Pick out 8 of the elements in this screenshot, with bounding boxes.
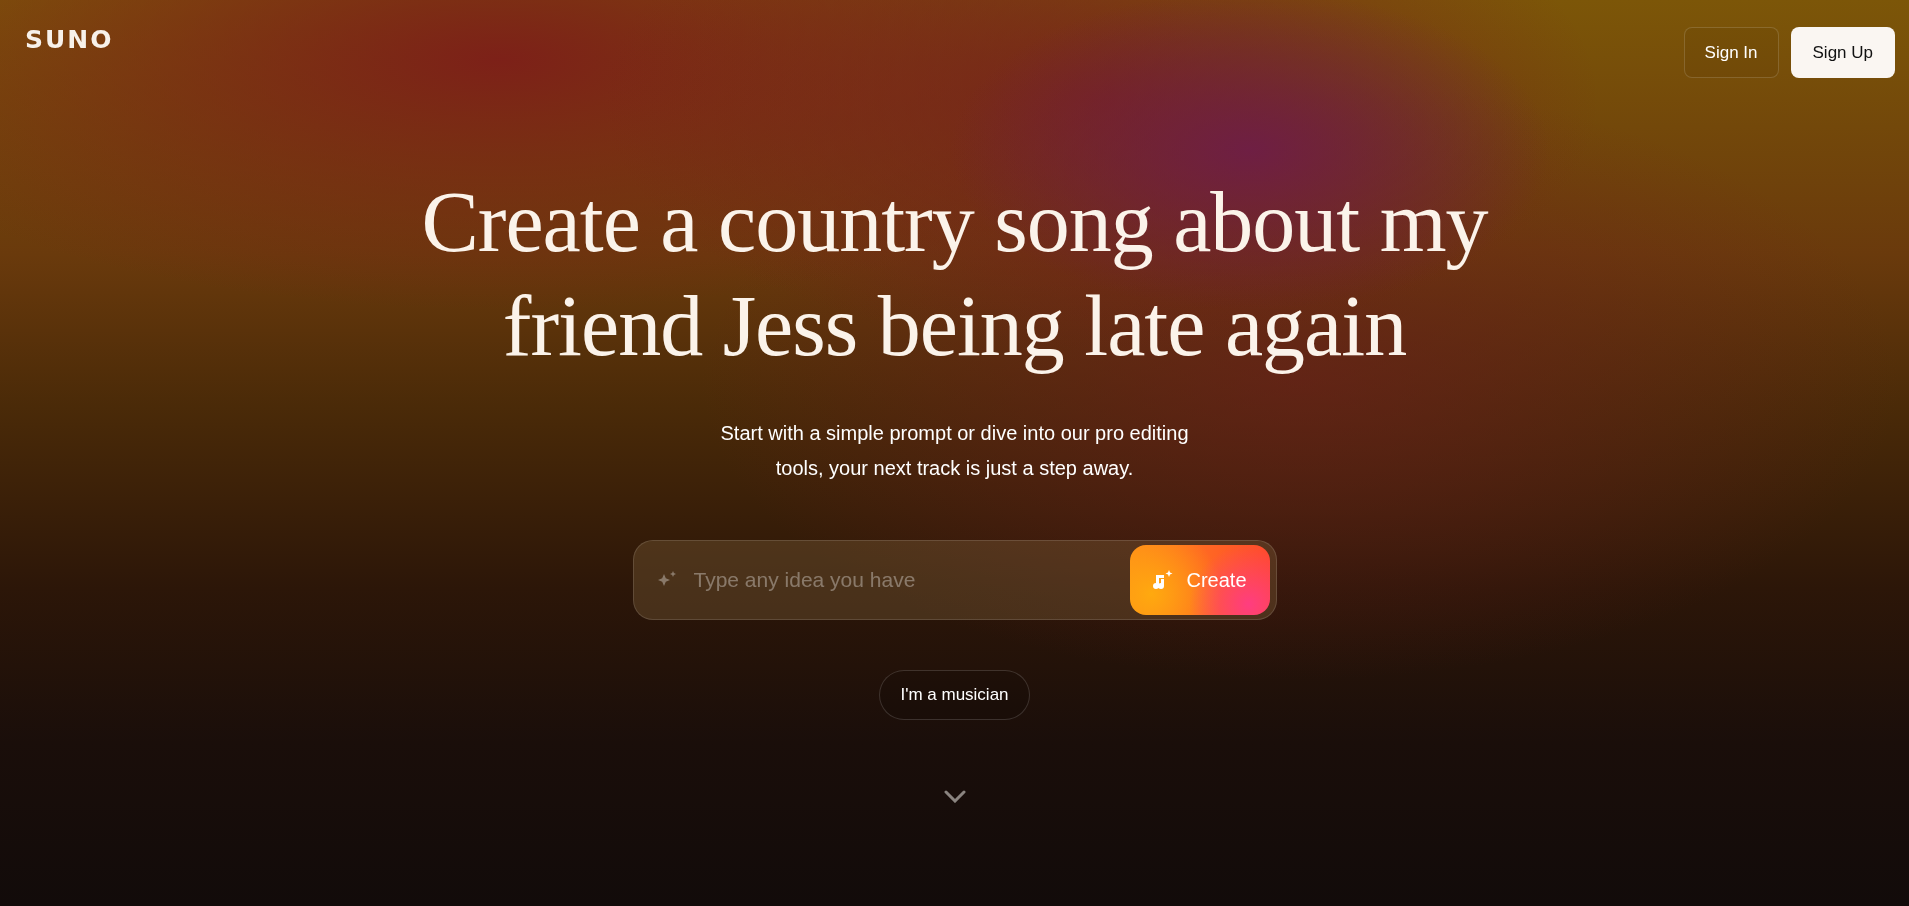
subtitle: Start with a simple prompt or dive into our pro editing tools, your next track is just a step away. bbox=[719, 421, 1190, 481]
sign-in-button[interactable]: Sign In bbox=[1683, 27, 1779, 78]
chevron-down-icon[interactable] bbox=[943, 790, 966, 803]
headline: Create a country song about my friend Jess being late again bbox=[420, 173, 1490, 376]
logo[interactable]: SUNO bbox=[25, 25, 114, 54]
sign-up-button[interactable]: Sign Up bbox=[1790, 27, 1895, 78]
musician-button[interactable]: I'm a musician bbox=[879, 670, 1030, 720]
music-note-icon bbox=[1152, 569, 1175, 591]
